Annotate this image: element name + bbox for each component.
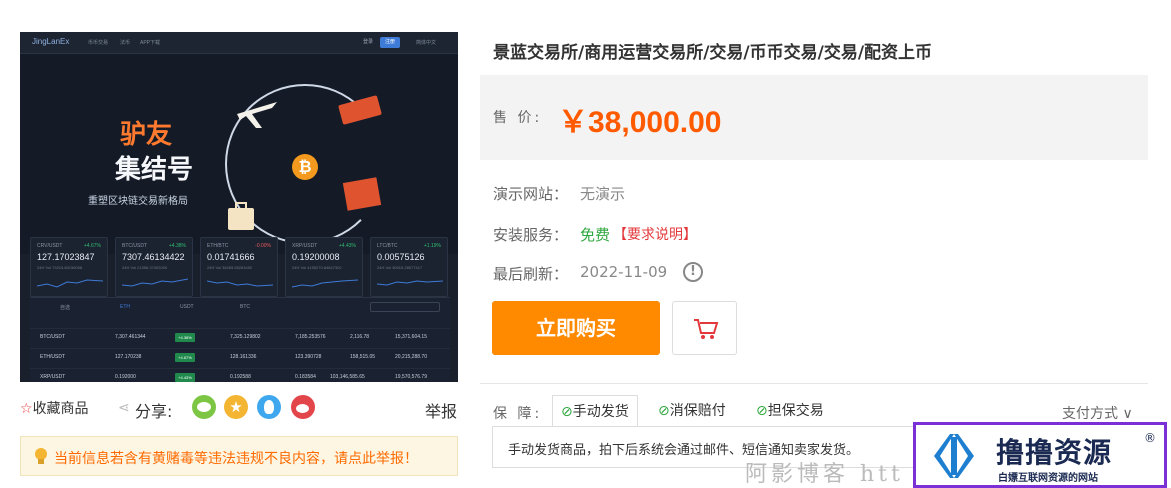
site-logo-name: 撸撸资源 xyxy=(996,436,1113,469)
airplane-icon xyxy=(237,102,277,128)
refresh-label: 最后刷新： xyxy=(493,265,569,283)
banner-subtitle: 重塑区块链交易新格局 xyxy=(88,196,188,207)
preview-lang: 简体中文 xyxy=(416,40,437,46)
preview-market-table: 自选 ETH USDT BTC BTC/USDT 7,307.461344 +4… xyxy=(30,297,450,382)
preview-banner: 驴友 集结号 重塑区块链交易新格局 ₿ xyxy=(20,54,458,254)
preview-market-row: BTC/USDT 7,307.461344 +4.38% 7,325.12980… xyxy=(30,328,450,346)
qzone-share-icon[interactable]: ★ xyxy=(224,395,248,419)
preview-navbar: JingLanEx 币币交易 法币 APP下载 登录 注册 简体中文 xyxy=(20,32,458,54)
check-icon: ⊘ xyxy=(756,403,768,419)
tab-manual-delivery[interactable]: ⊘手动发货 xyxy=(552,395,638,427)
preview-search xyxy=(370,302,440,312)
lightbulb-icon xyxy=(35,448,47,464)
install-label: 安装服务： xyxy=(493,226,569,244)
buy-now-button[interactable]: 立即购买 xyxy=(492,301,660,355)
guarantee-label: 保 障: xyxy=(493,406,543,422)
check-icon: ⊘ xyxy=(561,404,573,420)
star-icon: ☆ xyxy=(20,401,33,417)
report-warning-banner[interactable]: 当前信息若含有黄赌毒等违法违规不良内容，请点此举报！ xyxy=(20,436,458,476)
price-box: 售 价: ￥38,000.00 xyxy=(480,75,1148,160)
qq-share-icon[interactable] xyxy=(257,395,281,419)
share-label: 分享: xyxy=(135,402,173,421)
tab-escrow-trade[interactable]: ⊘担保交易 xyxy=(748,395,832,427)
banner-title-2: 集结号 xyxy=(115,155,194,185)
demo-label: 演示网站： xyxy=(493,185,569,203)
map-icon xyxy=(342,177,382,211)
preview-tickers: CRV/USDT +4.67% 127.17023847 24H Vol 79215.… xyxy=(30,237,450,297)
site-logo-mark-icon xyxy=(934,434,974,478)
preview-login: 登录 xyxy=(363,39,374,45)
install-note-link[interactable]: 【要求说明】 xyxy=(613,224,697,244)
report-link[interactable]: 举报 xyxy=(425,398,457,422)
chevron-down-icon: ∨ xyxy=(1118,406,1133,422)
preview-nav-item: 币币交易 xyxy=(88,40,109,46)
collect-button[interactable]: ☆收藏商品 xyxy=(20,398,89,418)
banner-title-1: 驴友 xyxy=(120,120,173,150)
price-label: 售 价: xyxy=(493,110,543,126)
warning-text: 当前信息若含有黄赌毒等违法违规不良内容，请点此举报！ xyxy=(54,451,418,467)
blog-watermark: 阿影博客 htt xyxy=(745,462,904,487)
payment-method-dropdown[interactable]: 支付方式 ∨ xyxy=(1062,403,1133,423)
info-icon[interactable]: ! xyxy=(683,262,703,282)
site-logo-slogan: 白嫖互联网资源的网站 xyxy=(998,473,1098,484)
site-logo-overlay: 撸撸资源 ® 白嫖互联网资源的网站 xyxy=(913,422,1167,488)
cart-icon xyxy=(694,319,719,339)
add-to-cart-button[interactable] xyxy=(672,301,737,355)
preview-nav-item: 法币 xyxy=(120,40,131,46)
preview-market-row: ETH/USDT 127.170238 +4.67% 128.161336 12… xyxy=(30,348,450,366)
price-value: ￥38,000.00 xyxy=(558,106,722,139)
product-preview-image[interactable]: JingLanEx 币币交易 法币 APP下载 登录 注册 简体中文 驴友 集结… xyxy=(20,32,458,382)
bitcoin-icon: ₿ xyxy=(292,154,318,180)
preview-nav-item: APP下载 xyxy=(140,40,161,46)
suitcase-icon xyxy=(228,202,254,230)
demo-value: 无演示 xyxy=(580,185,626,203)
preview-market-row: XRP/USDT 0.192000 +4.43% 0.192588 0.1835… xyxy=(30,368,450,382)
share-icon: ⋖ xyxy=(118,400,130,416)
weibo-share-icon[interactable] xyxy=(291,395,315,419)
preview-logo: JingLanEx xyxy=(32,37,70,46)
check-icon: ⊘ xyxy=(658,403,670,419)
ticket-icon xyxy=(338,95,382,125)
preview-register: 注册 xyxy=(380,37,401,48)
tab-consumer-protection[interactable]: ⊘消保赔付 xyxy=(650,395,734,427)
product-title: 景蓝交易所/商用运营交易所/交易/币币交易/交易/配资上币 xyxy=(493,43,933,63)
divider xyxy=(480,383,1148,384)
refresh-value: 2022-11-09 xyxy=(580,263,668,281)
wechat-share-icon[interactable] xyxy=(192,395,216,419)
install-value: 免费 xyxy=(580,226,611,244)
registered-mark: ® xyxy=(1144,431,1156,445)
